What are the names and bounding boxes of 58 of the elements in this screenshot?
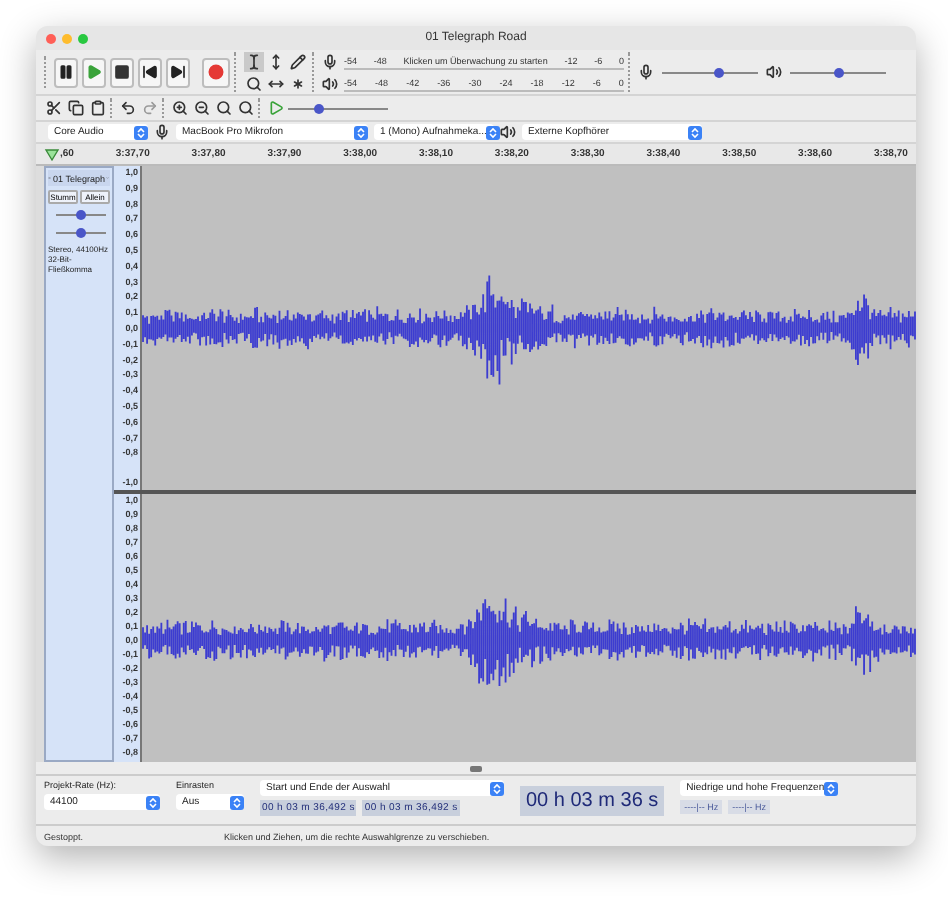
copy-button[interactable] (66, 98, 86, 118)
zoom-in-button[interactable] (170, 98, 190, 118)
triangle-icon (44, 147, 60, 161)
stepper-icon (688, 125, 702, 139)
stepper-icon (486, 125, 501, 139)
skip-to-end-button[interactable] (166, 57, 190, 87)
stepper-icon (230, 795, 244, 809)
zoom-tool[interactable] (244, 73, 264, 93)
zoom-out-button[interactable] (192, 98, 212, 118)
zoom-in-icon (172, 100, 188, 116)
paste-button[interactable] (88, 98, 108, 118)
speaker-icon (766, 64, 782, 80)
waveform[interactable] (142, 166, 916, 490)
draw-tool[interactable] (288, 51, 308, 71)
microphone-icon (154, 124, 170, 140)
redo-icon (142, 100, 158, 116)
speaker-icon (322, 75, 338, 91)
microphone-icon (638, 64, 654, 80)
record-button[interactable] (202, 57, 230, 87)
scissors-icon (46, 100, 62, 116)
search-icon (216, 100, 232, 116)
vertical-arrows-icon (268, 53, 284, 69)
asterisk-icon (290, 75, 306, 91)
text-cursor-icon (246, 53, 262, 69)
pause-icon (58, 64, 74, 80)
waveform[interactable] (142, 494, 916, 762)
stepper-icon (146, 795, 160, 809)
copy-icon (68, 100, 84, 116)
play-icon (86, 64, 102, 80)
play-icon (268, 100, 284, 116)
stepper-icon (354, 125, 368, 139)
multi-tool[interactable] (288, 73, 308, 93)
clipboard-icon (90, 100, 106, 116)
microphone-icon (322, 53, 338, 69)
scrollbar-thumb[interactable] (470, 765, 482, 771)
record-icon (208, 64, 224, 80)
skip-back-icon (142, 64, 158, 80)
stop-button[interactable] (110, 57, 134, 87)
stepper-icon (490, 781, 504, 795)
fit-project-button[interactable] (236, 98, 256, 118)
skip-forward-icon (170, 64, 186, 80)
cut-button[interactable] (44, 98, 64, 118)
stepper-icon (824, 781, 839, 795)
zoom-out-icon (194, 100, 210, 116)
fit-selection-button[interactable] (214, 98, 234, 118)
stepper-icon (134, 125, 148, 139)
undo-button[interactable] (118, 98, 138, 118)
search-icon (238, 100, 254, 116)
speaker-icon (500, 124, 516, 140)
search-icon (246, 75, 262, 91)
pencil-icon (290, 53, 306, 69)
selection-tool[interactable] (244, 51, 264, 71)
audio-position-display[interactable]: 00 h 03 m 36 s (520, 785, 665, 815)
skip-to-start-button[interactable] (138, 57, 162, 87)
pause-button[interactable] (54, 57, 78, 87)
undo-icon (120, 100, 136, 116)
horizontal-arrows-icon (268, 75, 284, 91)
stop-icon (114, 64, 130, 80)
